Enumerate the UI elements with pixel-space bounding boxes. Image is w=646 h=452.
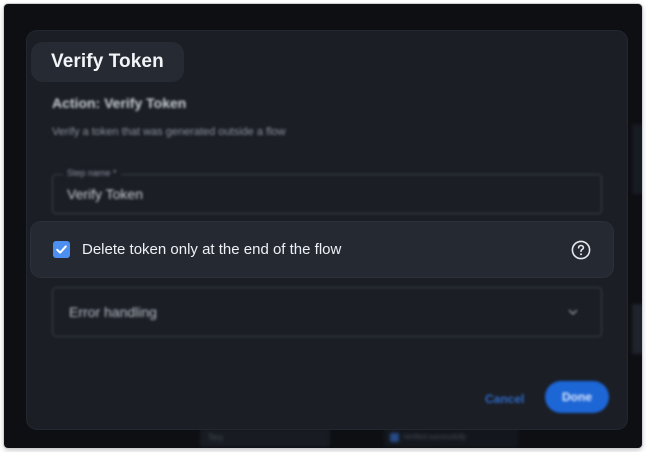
checkbox-icon (390, 432, 399, 442)
help-circle-icon[interactable] (571, 240, 591, 260)
step-name-field[interactable]: Step name * Verify Token (52, 168, 602, 214)
check-icon (56, 245, 67, 254)
step-name-value: Verify Token (67, 186, 144, 202)
delete-token-checkbox[interactable] (53, 241, 70, 258)
background-node-label: Tery (208, 433, 224, 442)
step-name-label: Step name * (63, 168, 121, 178)
verify-token-dialog: Verify Token Action: Verify Token Verify… (27, 31, 627, 429)
error-handling-label: Error handling (69, 304, 157, 320)
background-panel-fragment (632, 304, 642, 354)
done-button[interactable]: Done (545, 381, 609, 413)
background-node: Verified successfully (384, 427, 518, 447)
background-node-label: Verified successfully (403, 433, 467, 441)
delete-token-option-row: Delete token only at the end of the flow (31, 222, 613, 277)
delete-token-label: Delete token only at the end of the flow (82, 241, 342, 258)
chevron-down-icon (567, 306, 579, 318)
cancel-button[interactable]: Cancel (477, 386, 532, 412)
error-handling-dropdown[interactable]: Error handling (52, 287, 602, 337)
app-window: Tery Verified successfully Verify Token … (4, 4, 642, 448)
background-node: Tery (200, 429, 330, 447)
background-panel-fragment (632, 124, 642, 194)
action-title: Action: Verify Token (52, 95, 187, 111)
dialog-title: Verify Token (31, 42, 184, 82)
action-description: Verify a token that was generated outsid… (52, 126, 286, 138)
